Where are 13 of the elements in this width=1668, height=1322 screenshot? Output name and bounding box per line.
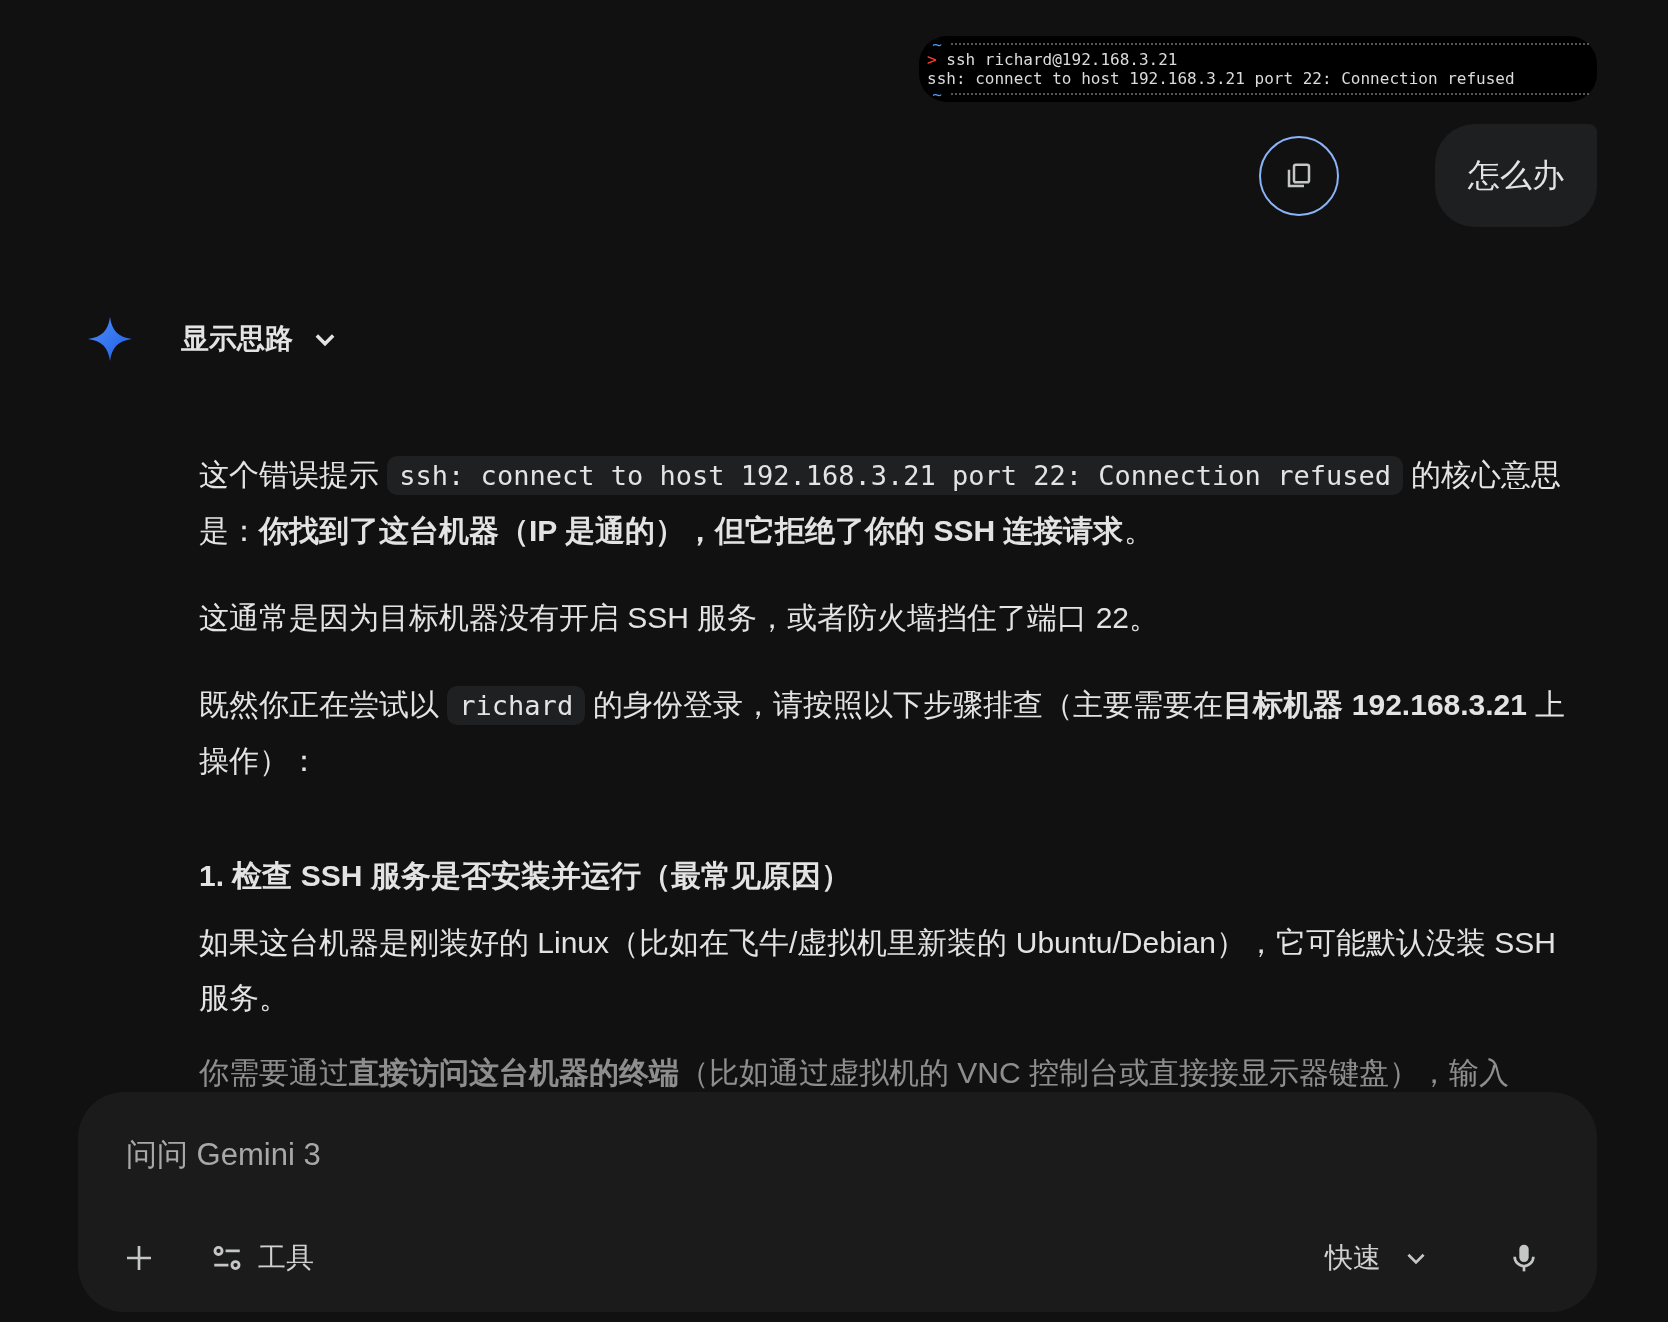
body-paragraph: 这个错误提示 ssh: connect to host 192.168.3.21 port 22: Connection refused 的核心意思是：你找到了这台机器（IP 是通的），但它拒绝了你的 SSH 连接请求。 — [199, 455, 1563, 549]
body-paragraph: 既然你正在尝试以 richard 的身份登录，请按照以下步骤排查（主要需要在目标机器 192.168.3.21 上操作）： — [199, 685, 1567, 779]
body-paragraph: 如果这台机器是刚装好的 Linux（比如在飞牛/虚拟机里新装的 Ubuntu/Debian），它可能默认没装 SSH 服务。 — [199, 925, 1557, 1016]
show-thinking-toggle[interactable]: 显示思路 — [181, 318, 339, 360]
user-message: 怎么办 — [1435, 124, 1597, 227]
prompt-field[interactable]: 问问 Gemini 3 — [126, 1132, 1549, 1179]
section-heading: 1. 检查 SSH 服务是否安装并运行（最常见原因） — [199, 858, 852, 894]
tools-button[interactable]: 工具 — [210, 1236, 314, 1279]
body-paragraph: 这通常是因为目标机器没有开启 SSH 服务，或者防火墙挡住了端口 22。 — [199, 600, 1161, 636]
copy-button[interactable] — [1259, 135, 1339, 216]
faded-paragraph: 你需要通过直接访问这台机器的终端（比如通过虚拟机的 VNC 控制台或直接接显示器键盘），输入 — [199, 1055, 1510, 1091]
terminal-screenshot: ~ > ssh richard@192.168.3.21 ssh: connect to host 192.168.3.21 port 22: Connection refused ~ — [919, 36, 1597, 102]
mode-dropdown[interactable]: 快速 — [1325, 1236, 1429, 1279]
